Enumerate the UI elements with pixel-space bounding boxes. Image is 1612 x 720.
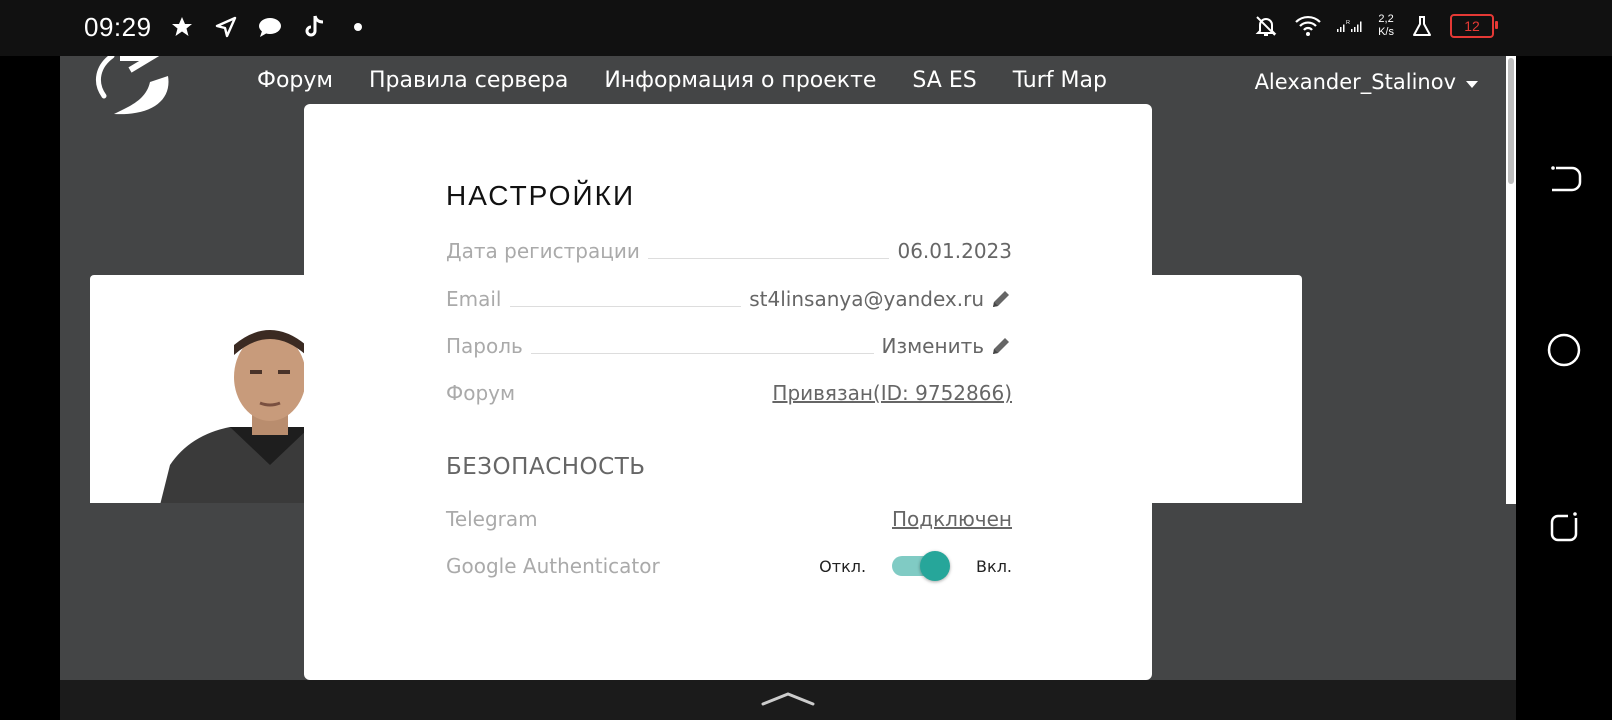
registration-date-row: Дата регистрации 06.01.2023 <box>446 234 1012 268</box>
nav-server-rules[interactable]: Правила сервера <box>369 68 568 93</box>
battery-indicator: 12 <box>1450 14 1498 38</box>
net-speed: 2,2 K/s <box>1378 13 1394 39</box>
back-nav-icon[interactable] <box>1546 162 1582 198</box>
password-row: Пароль Изменить <box>446 329 1012 363</box>
recents-nav-icon[interactable] <box>1546 508 1582 544</box>
change-password-label: Изменить <box>881 334 985 358</box>
home-nav-icon[interactable] <box>1546 332 1582 368</box>
registration-date-label: Дата регистрации <box>446 239 640 263</box>
location-arrow-icon <box>212 13 240 41</box>
row-divider <box>509 305 742 307</box>
toggle-off-label: Откл. <box>819 556 867 576</box>
signal-icon: R <box>1336 12 1364 40</box>
left-band <box>0 56 60 720</box>
chat-bubble-icon <box>256 13 284 41</box>
edit-email-pencil-icon[interactable] <box>990 288 1012 310</box>
svg-text:R: R <box>1346 20 1350 26</box>
settings-title: НАСТРОЙКИ <box>446 180 636 211</box>
password-label: Пароль <box>446 334 523 358</box>
security-section-title: БЕЗОПАСНОСТЬ <box>446 454 646 480</box>
row-divider <box>530 352 874 354</box>
page-scroll-thumb[interactable] <box>1508 58 1514 184</box>
site-logo-icon[interactable] <box>90 56 180 118</box>
nav-sa-es[interactable]: SA ES <box>912 68 976 93</box>
status-bar: 09:29 R 2,2 K/s 12 <box>0 0 1612 56</box>
row-divider <box>647 257 890 259</box>
settings-modal: НАСТРОЙКИ Дата регистрации 06.01.2023 Em… <box>304 104 1152 680</box>
nav-forum[interactable]: Форум <box>257 68 333 93</box>
toggle-on-label: Вкл. <box>976 556 1012 576</box>
google-auth-toggle[interactable] <box>892 551 951 581</box>
status-time: 09:29 <box>84 12 152 42</box>
status-right-icons: R 2,2 K/s 12 <box>1252 12 1498 40</box>
google-auth-toggle-group: Откл. Вкл. <box>819 551 1012 581</box>
net-speed-value: 2,2 <box>1378 13 1394 25</box>
nav-project-info[interactable]: Информация о проекте <box>604 68 876 93</box>
email-value: st4linsanya@yandex.ru <box>749 287 984 311</box>
telegram-label: Telegram <box>446 507 538 531</box>
main-nav: Форум Правила сервера Информация о проек… <box>257 68 1143 93</box>
email-label: Email <box>446 287 502 311</box>
forum-linked-link[interactable]: Привязан(ID: 9752866) <box>772 381 1012 405</box>
forum-row: Форум Привязан(ID: 9752866) <box>446 376 1012 410</box>
chevron-up-icon[interactable] <box>760 690 816 708</box>
email-value-wrap: st4linsanya@yandex.ru <box>749 287 1012 311</box>
dot-icon <box>344 13 372 41</box>
net-speed-unit: K/s <box>1378 26 1394 38</box>
telegram-connected-link[interactable]: Подключен <box>892 507 1012 531</box>
wifi-icon <box>1294 12 1322 40</box>
toggle-knob <box>920 551 951 581</box>
email-row: Email st4linsanya@yandex.ru <box>446 282 1012 316</box>
google-auth-row: Google Authenticator Откл. Вкл. <box>446 549 1012 583</box>
change-password-button[interactable]: Изменить <box>882 334 1013 358</box>
status-left-icons <box>168 13 372 41</box>
tiktok-icon <box>300 13 328 41</box>
forum-label: Форум <box>446 381 516 405</box>
bell-muted-icon <box>1252 12 1280 40</box>
google-auth-label: Google Authenticator <box>446 554 660 578</box>
star-icon <box>168 13 196 41</box>
nav-turf-map[interactable]: Turf Map <box>1013 68 1107 93</box>
telegram-row: Telegram Подключен <box>446 502 1012 536</box>
chevron-down-icon <box>1466 80 1478 88</box>
edit-password-pencil-icon <box>990 335 1012 357</box>
registration-date-value: 06.01.2023 <box>897 239 1012 263</box>
flask-icon <box>1408 12 1436 40</box>
user-menu[interactable]: Alexander_Stalinov <box>1255 70 1478 94</box>
system-nav-buttons <box>1516 56 1612 720</box>
username: Alexander_Stalinov <box>1254 70 1456 94</box>
